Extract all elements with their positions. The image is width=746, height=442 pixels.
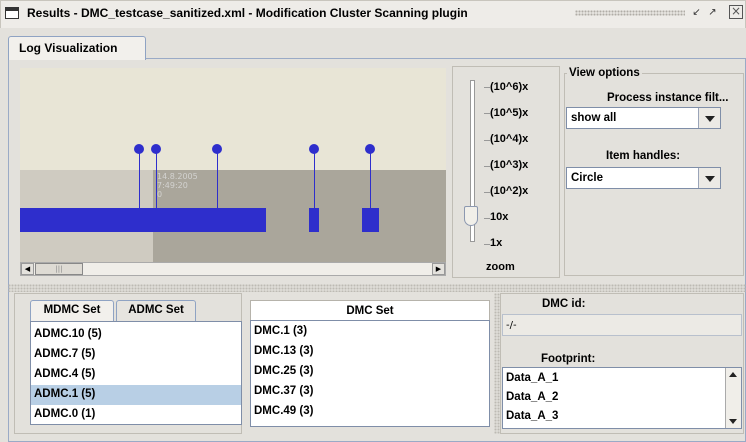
event-stem <box>139 150 140 208</box>
footprint-list[interactable]: Data_A_1 Data_A_2 Data_A_3 <box>502 367 742 429</box>
scroll-down-icon[interactable] <box>729 419 737 424</box>
event-stem <box>370 150 371 208</box>
lane-timestamp: 14.8.2005 7:49:20 0 <box>157 172 198 199</box>
scroll-right-icon[interactable]: ▶ <box>432 263 445 275</box>
zoom-level-label: (10^3)x <box>490 159 529 171</box>
zoom-level-label: (10^2)x <box>490 185 529 197</box>
event-handle[interactable] <box>151 144 161 154</box>
tab-admc-set[interactable]: ADMC Set <box>116 300 196 321</box>
split-pane-divider[interactable] <box>8 284 746 292</box>
footprint-label: Footprint: <box>541 353 596 365</box>
zoom-panel <box>452 66 560 278</box>
event-stem <box>156 150 157 208</box>
dmc-id-label: DMC id: <box>542 298 586 310</box>
minimize-icon[interactable]: ↙ <box>690 6 703 19</box>
scroll-left-icon[interactable]: ◀ <box>21 263 34 275</box>
list-item[interactable]: DMC.49 (3) <box>251 402 489 422</box>
event-bar-main[interactable] <box>20 208 266 232</box>
zoom-level-label: (10^6)x <box>490 81 529 93</box>
item-handles-select[interactable]: Circle <box>566 167 721 189</box>
mdmc-list[interactable]: ADMC.10 (5) ADMC.7 (5) ADMC.4 (5) ADMC.1… <box>30 321 242 425</box>
dmc-list[interactable]: DMC.1 (3) DMC.13 (3) DMC.25 (3) DMC.37 (… <box>250 320 490 427</box>
list-item[interactable]: ADMC.0 (1) <box>31 405 241 425</box>
dmc-id-field: -/- <box>502 314 742 336</box>
vertical-scrollbar[interactable] <box>725 368 741 428</box>
scroll-up-icon[interactable] <box>729 372 737 377</box>
process-filter-value: show all <box>571 112 617 124</box>
zoom-level-label: 10x <box>490 211 509 223</box>
event-stem <box>217 150 218 208</box>
view-options-title: View options <box>567 67 642 79</box>
scroll-thumb[interactable]: ||| <box>35 263 83 275</box>
process-filter-label: Process instance filt... <box>607 92 729 104</box>
maximize-icon[interactable]: ↗ <box>706 6 719 19</box>
chevron-down-icon[interactable] <box>698 168 720 188</box>
item-handles-value: Circle <box>571 172 603 184</box>
list-item[interactable]: Data_A_3 <box>503 407 725 427</box>
window-title: Results - DMC_testcase_sanitized.xml - M… <box>27 6 468 20</box>
list-item[interactable]: DMC.1 (3) <box>251 322 489 342</box>
list-item[interactable]: ADMC.10 (5) <box>31 325 241 345</box>
event-handle[interactable] <box>134 144 144 154</box>
list-item[interactable]: Data_A_2 <box>503 388 725 408</box>
event-stem <box>314 150 315 208</box>
zoom-caption: zoom <box>486 261 515 273</box>
tab-log-visualization[interactable]: Log Visualization <box>8 36 146 60</box>
list-item[interactable]: ADMC.7 (5) <box>31 345 241 365</box>
zoom-slider-thumb[interactable] <box>464 206 478 226</box>
process-filter-select[interactable]: show all <box>566 107 721 129</box>
item-handles-label: Item handles: <box>606 150 681 162</box>
event-bar[interactable] <box>309 208 319 232</box>
list-item[interactable]: DMC.13 (3) <box>251 342 489 362</box>
horizontal-scrollbar[interactable]: ◀ ||| ▶ <box>20 262 446 276</box>
window-icon <box>5 7 19 19</box>
zoom-level-label: (10^5)x <box>490 107 529 119</box>
chevron-down-icon[interactable] <box>698 108 720 128</box>
event-handle[interactable] <box>309 144 319 154</box>
event-handle[interactable] <box>365 144 375 154</box>
titlebar-grip <box>575 10 685 16</box>
close-icon[interactable]: × <box>729 5 743 19</box>
tab-mdmc-set[interactable]: MDMC Set <box>30 300 114 321</box>
zoom-level-label: (10^4)x <box>490 133 529 145</box>
list-item[interactable]: ADMC.4 (5) <box>31 365 241 385</box>
zoom-level-label: 1x <box>490 237 503 249</box>
list-item[interactable]: DMC.25 (3) <box>251 362 489 382</box>
event-bar[interactable] <box>362 208 379 232</box>
dmc-set-header: DMC Set <box>250 300 490 320</box>
event-handle[interactable] <box>212 144 222 154</box>
list-item[interactable]: DMC.37 (3) <box>251 382 489 402</box>
list-item[interactable]: Data_A_1 <box>503 369 725 389</box>
list-item-selected[interactable]: ADMC.1 (5) <box>31 385 241 405</box>
